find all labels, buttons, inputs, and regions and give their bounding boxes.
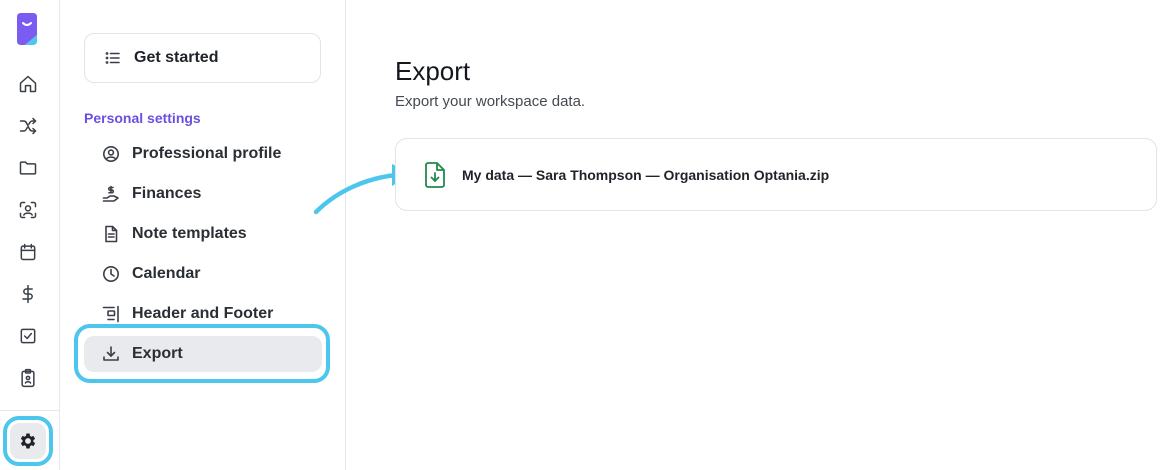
layout-icon xyxy=(102,305,119,323)
sidebar-item-note-templates[interactable]: Note templates xyxy=(84,216,322,252)
rail-divider xyxy=(0,410,59,411)
icon-rail xyxy=(0,0,60,470)
list-icon xyxy=(105,52,120,64)
shuffle-icon[interactable] xyxy=(16,114,40,138)
calendar-icon[interactable] xyxy=(16,240,40,264)
page-subtitle: Export your workspace data. xyxy=(395,93,586,110)
sidebar-item-label: Note templates xyxy=(132,225,247,242)
user-circle-icon xyxy=(103,146,119,162)
get-started-button[interactable]: Get started xyxy=(84,33,321,83)
sidebar-item-label: Finances xyxy=(132,185,202,202)
settings-sidebar: Get started Personal settings Profession… xyxy=(60,0,346,470)
hand-coin-icon xyxy=(102,185,119,202)
sidebar-item-professional-profile[interactable]: Professional profile xyxy=(84,136,322,172)
sidebar-item-finances[interactable]: Finances xyxy=(84,176,322,212)
sidebar-item-label: Export xyxy=(132,345,183,362)
file-download-icon xyxy=(425,161,445,188)
sidebar-item-label: Calendar xyxy=(132,265,201,282)
export-file-name: My data — Sara Thompson — Organisation O… xyxy=(462,166,830,183)
clipboard-icon[interactable] xyxy=(16,366,40,390)
settings-button[interactable] xyxy=(10,423,46,459)
sidebar-item-calendar[interactable]: Calendar xyxy=(84,256,322,292)
folder-icon[interactable] xyxy=(16,156,40,180)
page-title: Export xyxy=(395,56,471,86)
document-icon xyxy=(105,225,118,243)
home-icon[interactable] xyxy=(16,72,40,96)
clock-icon xyxy=(103,266,119,282)
gear-icon xyxy=(20,433,36,449)
sidebar-item-label: Header and Footer xyxy=(132,305,274,322)
main-content: Export Export your workspace data. My da… xyxy=(347,0,1173,470)
export-file-item[interactable]: My data — Sara Thompson — Organisation O… xyxy=(395,138,1157,211)
app-logo[interactable] xyxy=(17,13,37,45)
section-label: Personal settings xyxy=(84,110,201,126)
checkbox-icon[interactable] xyxy=(16,324,40,348)
get-started-label: Get started xyxy=(134,49,219,66)
sidebar-item-label: Professional profile xyxy=(132,145,282,162)
scan-face-icon[interactable] xyxy=(16,198,40,222)
dollar-icon[interactable] xyxy=(16,282,40,306)
sidebar-item-export[interactable]: Export xyxy=(84,336,322,372)
download-icon xyxy=(103,346,119,361)
